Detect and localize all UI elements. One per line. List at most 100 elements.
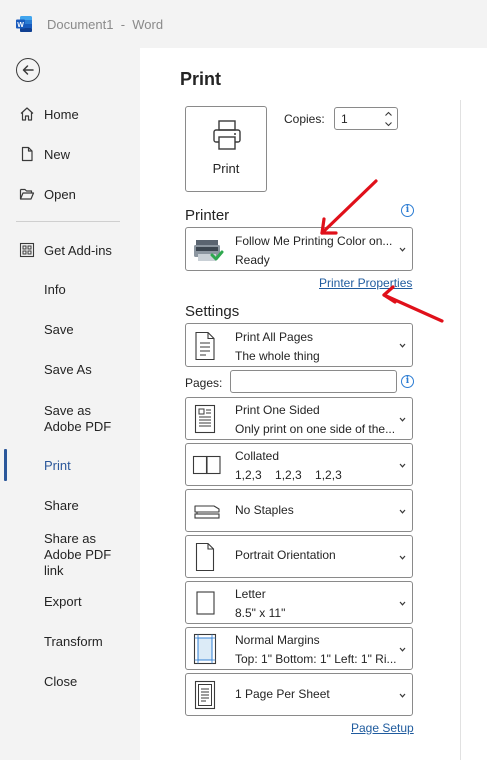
staples-dropdown[interactable]: No Staples [185, 489, 413, 532]
page-setup-link[interactable]: Page Setup [351, 721, 414, 735]
paper-size-title: Letter [235, 587, 266, 601]
pages-per-sheet-title: 1 Page Per Sheet [235, 687, 330, 701]
chevron-down-icon [399, 417, 406, 422]
sidebar-item-label: Transform [44, 634, 103, 649]
orientation-title: Portrait Orientation [235, 548, 336, 562]
new-document-icon [19, 146, 35, 162]
sidebar-item-transform[interactable]: Transform [0, 633, 140, 651]
sidebar-item-share[interactable]: Share [0, 497, 140, 515]
sidebar-item-label: Close [44, 674, 78, 689]
sides-dropdown[interactable]: Print One Sided Only print on one side o… [185, 397, 413, 440]
sidebar-item-get-add-ins[interactable]: Get Add-ins [0, 241, 140, 259]
collation-dropdown[interactable]: Collated 1,2,3 1,2,3 1,2,3 [185, 443, 413, 486]
chevron-down-icon [399, 509, 406, 514]
sidebar-item-label: Print [44, 458, 71, 473]
printer-icon [213, 120, 241, 150]
back-arrow-icon [22, 65, 34, 75]
sidebar-item-save[interactable]: Save [0, 321, 140, 339]
pages-input[interactable] [230, 370, 397, 393]
spin-up-icon[interactable] [384, 110, 393, 118]
sidebar-item-label: New [44, 146, 71, 162]
chevron-down-icon [399, 555, 406, 560]
sidebar-item-label: Export [44, 594, 82, 609]
page-title: Print [180, 69, 222, 89]
sidebar-item-print[interactable]: Print [0, 457, 140, 475]
info-icon[interactable]: i [401, 204, 414, 217]
add-ins-grid-icon [19, 242, 35, 258]
folder-open-icon [19, 186, 35, 202]
print-range-dropdown[interactable]: Print All Pages The whole thing [185, 323, 413, 367]
sidebar-item-export[interactable]: Export [0, 593, 140, 611]
portrait-icon [195, 542, 215, 572]
sides-title: Print One Sided [235, 403, 320, 417]
sidebar-item-share-as-adobe-pdf-link[interactable]: Share as Adobe PDF link [0, 531, 140, 578]
margins-icon [193, 633, 217, 665]
chevron-down-icon [399, 647, 406, 652]
one-sided-icon [194, 404, 216, 434]
sidebar-item-save-as[interactable]: Save As [0, 361, 140, 379]
chevron-down-icon [399, 601, 406, 606]
spin-down-icon[interactable] [384, 120, 393, 128]
sidebar-item-label: Info [44, 282, 66, 297]
sidebar-item-close[interactable]: Close [0, 673, 140, 691]
letter-size-icon [196, 591, 215, 615]
copies-label: Copies: [284, 112, 325, 126]
printer-status: Ready [235, 253, 270, 267]
sidebar-item-label: Save as Adobe PDF [44, 403, 112, 434]
chevron-down-icon [399, 693, 406, 698]
sidebar-item-label: Get Add-ins [44, 242, 112, 258]
margins-title: Normal Margins [235, 633, 320, 647]
stapler-icon [194, 505, 220, 519]
sidebar-item-home[interactable]: Home [0, 105, 140, 123]
sidebar-item-info[interactable]: Info [0, 281, 140, 299]
paper-size-detail: 8.5" x 11" [235, 606, 286, 620]
chevron-down-icon [399, 343, 406, 348]
back-button[interactable] [16, 58, 40, 82]
print-button-label: Print [212, 161, 240, 176]
title-bar: W Document1 - Word [0, 0, 487, 48]
printer-properties-link[interactable]: Printer Properties [319, 276, 412, 290]
orientation-dropdown[interactable]: Portrait Orientation [185, 535, 413, 578]
paper-size-dropdown[interactable]: Letter 8.5" x 11" [185, 581, 413, 624]
margins-dropdown[interactable]: Normal Margins Top: 1" Bottom: 1" Left: … [185, 627, 413, 670]
collated-icon [192, 455, 221, 475]
sidebar-item-label: Save [44, 322, 74, 337]
info-icon[interactable]: i [401, 375, 414, 388]
sidebar-divider [16, 221, 120, 222]
sidebar-item-new[interactable]: New [0, 145, 140, 163]
print-range-detail: The whole thing [235, 349, 320, 363]
collation-detail: 1,2,3 1,2,3 1,2,3 [235, 468, 342, 482]
printer-dropdown[interactable]: Follow Me Printing Color on... Ready [185, 227, 413, 271]
settings-heading: Settings [185, 303, 240, 320]
printer-heading: Printer [185, 207, 230, 224]
sidebar-item-label: Save As [44, 362, 92, 377]
print-range-title: Print All Pages [235, 330, 314, 344]
chevron-down-icon [399, 247, 406, 252]
printer-name: Follow Me Printing Color on... [235, 234, 393, 248]
pages-label: Pages: [185, 376, 223, 390]
sidebar-item-save-as-adobe-pdf[interactable]: Save as Adobe PDF [0, 402, 140, 436]
preview-divider [460, 100, 461, 760]
document-title: Document1 - Word [47, 17, 164, 32]
sides-detail: Only print on one side of the... [235, 422, 396, 436]
staples-title: No Staples [235, 503, 294, 517]
pages-per-sheet-icon [194, 680, 216, 710]
collation-title: Collated [235, 449, 280, 463]
pages-per-sheet-dropdown[interactable]: 1 Page Per Sheet [185, 673, 413, 716]
sidebar-item-label: Share as Adobe PDF link [44, 531, 112, 578]
home-icon [19, 106, 35, 122]
svg-text:W: W [17, 22, 24, 29]
pages-icon [195, 331, 215, 361]
margins-detail: Top: 1" Bottom: 1" Left: 1" Ri... [235, 652, 397, 666]
printer-device-icon [194, 240, 224, 261]
print-button[interactable]: Print [185, 106, 267, 192]
sidebar-item-label: Share [44, 498, 79, 513]
copies-spinner[interactable]: 1 [334, 107, 398, 130]
word-app-icon: W [16, 16, 32, 32]
sidebar-item-open[interactable]: Open [0, 185, 140, 203]
backstage-sidebar: Home New Open Get Add-ins Info Save Save… [0, 48, 140, 760]
sidebar-item-label: Open [44, 186, 76, 202]
sidebar-item-label: Home [44, 106, 79, 122]
copies-value[interactable]: 1 [341, 112, 348, 126]
chevron-down-icon [399, 463, 406, 468]
